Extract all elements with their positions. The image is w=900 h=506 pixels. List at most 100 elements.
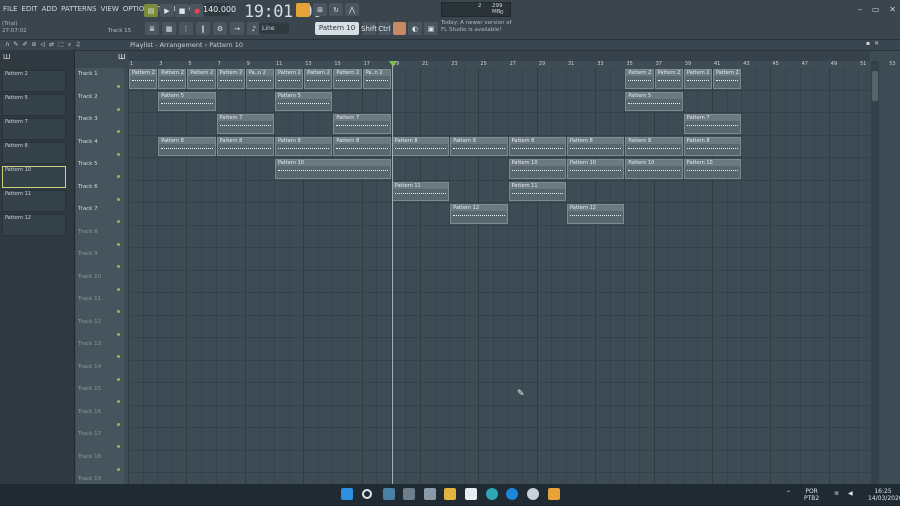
pattern-clip[interactable]: Pattern 8 bbox=[216, 136, 274, 156]
pattern-clip[interactable]: Pattern 2 bbox=[654, 69, 683, 89]
pattern-clip[interactable]: Pattern 12 bbox=[567, 204, 625, 224]
picker-icon[interactable]: Ш bbox=[3, 53, 11, 61]
track-active-indicator[interactable] bbox=[117, 445, 120, 448]
track-active-indicator[interactable] bbox=[117, 310, 120, 313]
mixer-icon[interactable]: ‖ bbox=[196, 22, 210, 35]
pattern-clip[interactable]: Pattern 10 bbox=[275, 159, 391, 179]
track-active-indicator[interactable] bbox=[117, 377, 120, 381]
store-icon[interactable] bbox=[465, 488, 477, 500]
pattern-clip[interactable]: Pattern 11 bbox=[508, 181, 566, 201]
color-swatch[interactable] bbox=[393, 22, 406, 35]
pattern-clip[interactable]: Pattern 2 bbox=[304, 69, 333, 89]
track-header[interactable]: Track 10 bbox=[76, 274, 124, 280]
ctrl-button[interactable]: Ctrl bbox=[378, 22, 391, 35]
delete-icon[interactable]: ⊘ bbox=[31, 41, 36, 49]
pattern-clip[interactable]: Pattern 10 bbox=[625, 159, 683, 179]
pattern-clip[interactable]: Pattern 2 bbox=[713, 69, 742, 89]
online-icon[interactable]: ◐ bbox=[408, 22, 422, 35]
pattern-list-item[interactable]: Pattern 11 bbox=[2, 190, 66, 212]
close-icon[interactable]: ✕ bbox=[874, 40, 879, 47]
pattern-clip[interactable]: Pattern 2 bbox=[129, 69, 158, 89]
language-indicator[interactable]: POR PTB2 bbox=[804, 488, 819, 502]
track-header[interactable]: Track 11 bbox=[76, 296, 124, 302]
news-panel[interactable]: Today: A newer version of FL Studio is av… bbox=[441, 20, 512, 34]
track-active-indicator[interactable] bbox=[117, 130, 120, 133]
pattern-clip[interactable]: Pattern 8 bbox=[391, 136, 450, 156]
tray-chevron-icon[interactable]: ⌃ bbox=[786, 490, 791, 497]
pattern-clip[interactable]: Pattern 10 bbox=[567, 159, 625, 179]
pattern-clip[interactable]: Pattern 2 bbox=[216, 69, 245, 89]
track-header[interactable]: Track 7 bbox=[76, 206, 124, 212]
track-header[interactable]: Track 6 bbox=[76, 184, 124, 190]
track-header[interactable]: Track 3 bbox=[76, 116, 124, 122]
pattern-clip[interactable]: Pa..n 2 bbox=[362, 69, 391, 89]
playhead[interactable] bbox=[392, 61, 393, 484]
track-active-indicator[interactable] bbox=[117, 355, 120, 358]
pattern-list-item[interactable]: Pattern 8 bbox=[2, 142, 66, 164]
file-explorer-icon[interactable] bbox=[444, 488, 456, 500]
track-header[interactable]: Track 2 bbox=[76, 94, 124, 100]
picker-icon[interactable]: Ш bbox=[118, 53, 126, 61]
draw-icon[interactable]: ✎ bbox=[13, 41, 18, 49]
edge-icon[interactable] bbox=[486, 488, 498, 500]
slip-icon[interactable]: ⇄ bbox=[49, 41, 54, 49]
pattern-clip[interactable]: Pattern 11 bbox=[391, 181, 450, 201]
track-active-indicator[interactable] bbox=[117, 467, 120, 471]
loop-record-icon[interactable]: ↻ bbox=[329, 3, 343, 16]
pattern-clip[interactable]: Pattern 10 bbox=[683, 159, 742, 179]
track-active-indicator[interactable] bbox=[117, 242, 120, 246]
browser-icon[interactable] bbox=[506, 488, 518, 500]
zoom-icon[interactable]: ⌕ bbox=[68, 41, 71, 49]
track-header[interactable]: Track 4 bbox=[76, 139, 124, 145]
track-header[interactable]: Track 15 bbox=[76, 386, 124, 392]
pattern-clip[interactable]: Pattern 2 bbox=[158, 69, 187, 89]
track-active-indicator[interactable] bbox=[117, 422, 120, 426]
track-active-indicator[interactable] bbox=[117, 175, 120, 178]
track-header[interactable]: Track 13 bbox=[76, 341, 124, 347]
news-icon[interactable]: ▣ bbox=[424, 22, 438, 35]
track-active-indicator[interactable] bbox=[117, 265, 120, 268]
wifi-icon[interactable]: ≋ bbox=[834, 490, 839, 497]
volume-icon[interactable]: ◀ bbox=[848, 490, 853, 497]
minimize-icon[interactable]: ▪ bbox=[866, 40, 870, 47]
pattern-clip[interactable]: Pattern 8 bbox=[450, 136, 508, 156]
track-active-indicator[interactable] bbox=[117, 197, 120, 201]
maximize-icon[interactable]: ▭ bbox=[872, 5, 880, 14]
pattern-clip[interactable]: Pattern 7 bbox=[683, 114, 742, 134]
widgets-icon[interactable] bbox=[424, 488, 436, 500]
pattern-clip[interactable]: Pattern 7 bbox=[216, 114, 274, 134]
track-active-indicator[interactable] bbox=[117, 85, 120, 88]
playlist-window-icon[interactable]: ≣ bbox=[145, 22, 159, 35]
track-active-indicator[interactable] bbox=[117, 220, 120, 223]
track-header[interactable]: Track 1 bbox=[76, 71, 124, 77]
tempo-display[interactable]: 140.000 bbox=[203, 3, 236, 16]
pattern-clip[interactable]: Pattern 2 bbox=[683, 69, 712, 89]
pattern-clip[interactable]: Pattern 5 bbox=[625, 91, 683, 111]
track-active-indicator[interactable] bbox=[117, 400, 120, 403]
pattern-clip[interactable]: Pattern 2 bbox=[187, 69, 216, 89]
track-header[interactable]: Track 12 bbox=[76, 319, 124, 325]
clock[interactable]: 16:25 14/03/2026 bbox=[868, 488, 900, 502]
stop-button[interactable]: ■ bbox=[175, 4, 189, 17]
magnet-icon[interactable]: ∩ bbox=[5, 41, 9, 49]
pattern-clip[interactable]: Pattern 5 bbox=[275, 91, 333, 111]
pattern-clip[interactable]: Pattern 8 bbox=[508, 136, 566, 156]
minimize-icon[interactable]: – bbox=[858, 5, 862, 14]
menu-view[interactable]: VIEW bbox=[101, 5, 119, 13]
mute-icon[interactable]: ◁ bbox=[41, 41, 46, 49]
play-button[interactable]: ▶ bbox=[160, 4, 174, 17]
pattern-list-item[interactable]: Pattern 10 bbox=[2, 166, 66, 188]
pattern-clip[interactable]: Pattern 8 bbox=[567, 136, 625, 156]
shift-button[interactable]: Shift bbox=[361, 22, 377, 35]
playback-icon[interactable]: ♫ bbox=[75, 41, 80, 49]
pattern-list-item[interactable]: Pattern 7 bbox=[2, 118, 66, 140]
pattern-list-item[interactable]: Pattern 2 bbox=[2, 70, 66, 92]
time-overview[interactable] bbox=[128, 51, 870, 61]
pattern-song-toggle[interactable]: ▤ bbox=[144, 4, 158, 17]
pattern-clip[interactable]: Pattern 8 bbox=[683, 136, 742, 156]
piano-roll-icon[interactable]: ▦ bbox=[162, 22, 176, 35]
pattern-list-item[interactable]: Pattern 12 bbox=[2, 214, 66, 236]
fl-studio-icon[interactable] bbox=[548, 488, 560, 500]
track-header[interactable]: Track 14 bbox=[76, 364, 124, 370]
channel-rack-icon[interactable]: ⋮ bbox=[179, 22, 193, 35]
